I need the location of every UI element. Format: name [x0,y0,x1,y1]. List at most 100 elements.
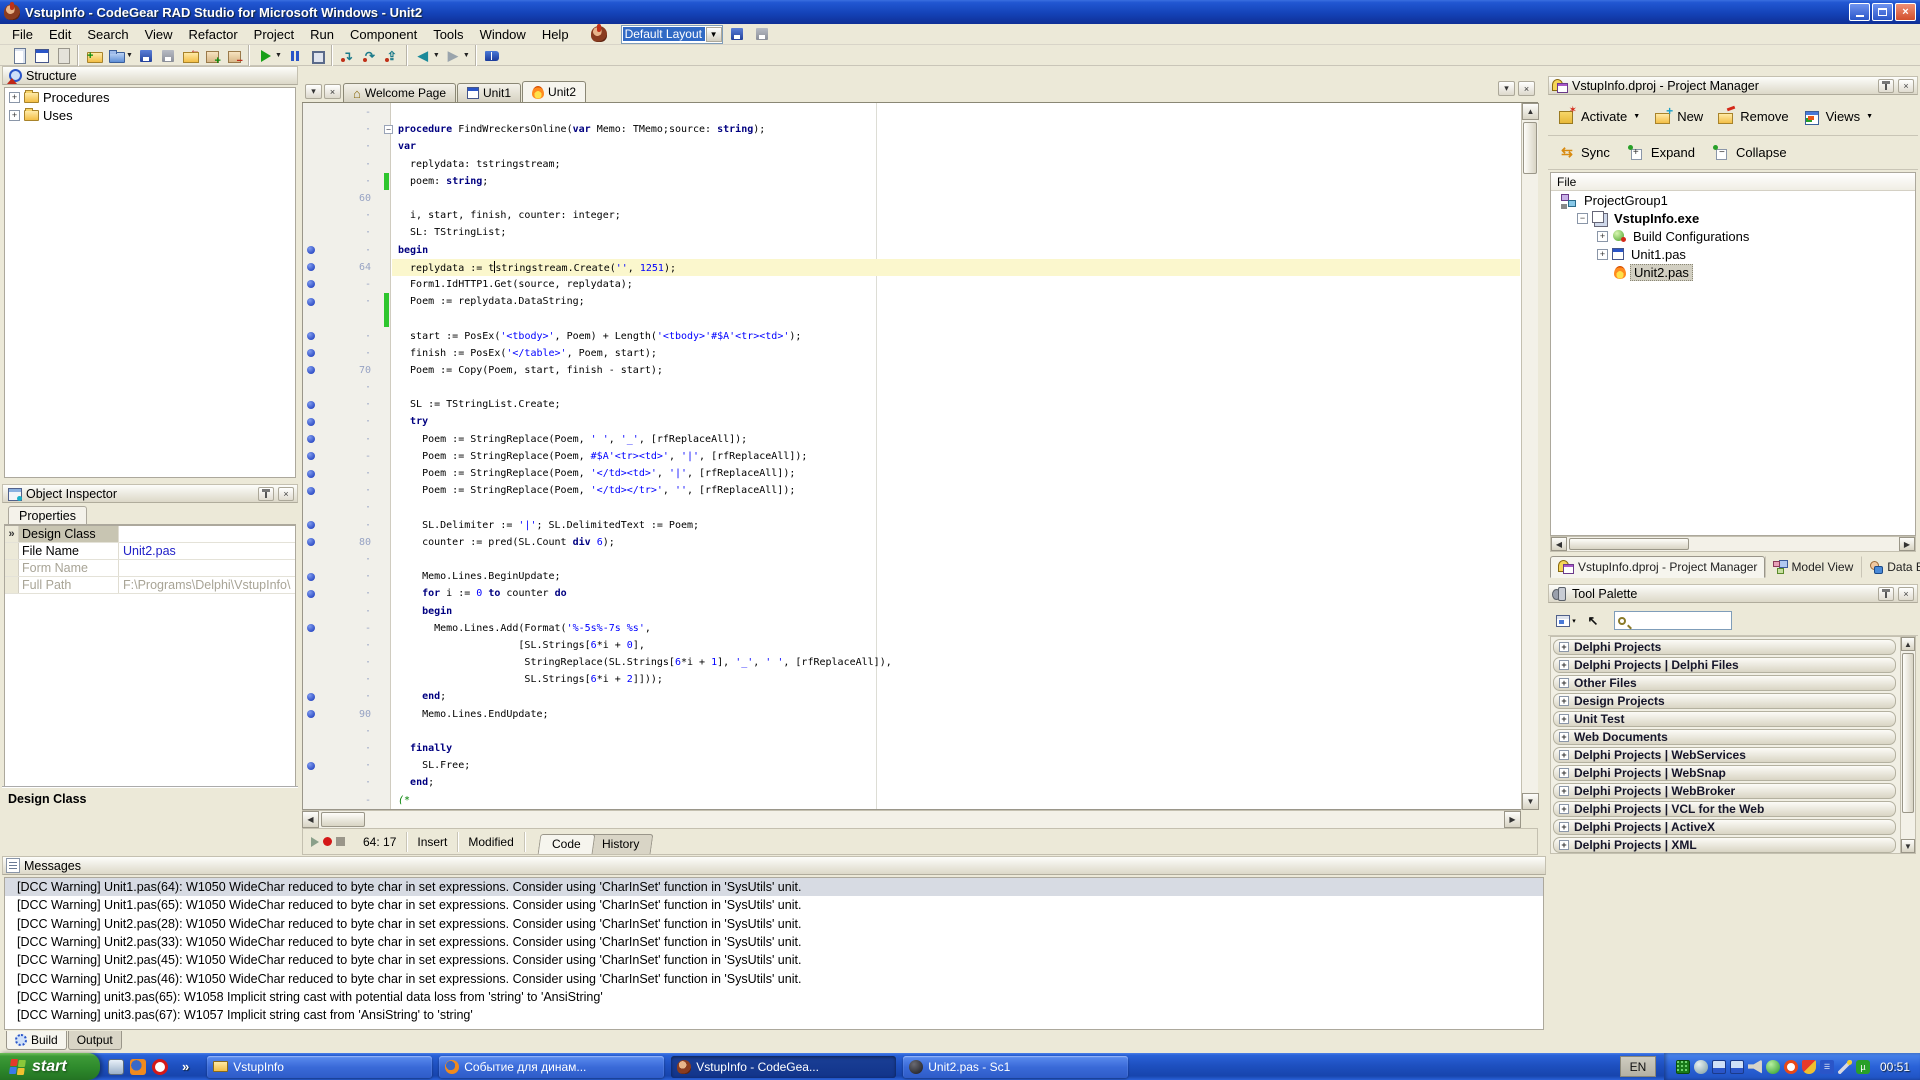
combo-dropdown-icon[interactable]: ▼ [706,27,722,42]
code-line[interactable]: · SL := TStringList.Create; [303,396,1520,413]
expand-icon[interactable]: + [1559,768,1569,778]
menu-file[interactable]: File [4,25,41,44]
scroll-up-icon[interactable]: ▲ [1901,637,1915,651]
tp-cursor-button[interactable]: ↖ [1581,610,1605,632]
code-line[interactable]: · [303,551,1520,568]
tray-layout-blue-icon[interactable]: ☰ [1820,1060,1834,1074]
tp-category[interactable]: +Delphi Projects | Delphi Files [1553,657,1896,673]
close-folder-button[interactable] [179,46,201,66]
language-indicator[interactable]: EN [1620,1056,1656,1077]
menu-tools[interactable]: Tools [425,25,471,44]
code-line[interactable]: 60 [303,190,1520,207]
code-view[interactable]: -·−procedure FindWreckersOnline(var Memo… [302,103,1538,810]
code-line[interactable]: · begin [303,602,1520,619]
code-line[interactable]: 90 Memo.Lines.EndUpdate; [303,706,1520,723]
pm-column-header[interactable]: File [1551,173,1915,191]
pin-icon[interactable] [258,487,274,501]
pm-expand-button[interactable]: Expand [1622,141,1701,165]
tp-component-button[interactable]: ▾ [1554,610,1578,632]
code-line[interactable]: 70 Poem := Copy(Poem, start, finish - st… [303,362,1520,379]
tray-net-grid-icon[interactable] [1676,1060,1690,1074]
tray-torrent-icon[interactable]: µ [1856,1060,1870,1074]
pm-tree-unit2-pas[interactable]: Unit2.pas [1551,263,1915,281]
code-line[interactable]: · Poem := StringReplace(Poem, '</td><td>… [303,465,1520,482]
code-line[interactable]: 80 counter := pred(SL.Count div 6); [303,534,1520,551]
code-line[interactable]: · i, start, finish, counter: integer; [303,207,1520,224]
pm-horizontal-scrollbar[interactable]: ◀ ▶ [1550,536,1916,552]
editor-chevron-down-icon[interactable]: ▾ [1498,81,1515,96]
editor-vertical-scrollbar[interactable]: ▲ ▼ [1521,103,1538,810]
code-line[interactable]: · poem: string; [303,173,1520,190]
save-layout-button[interactable] [726,24,748,44]
code-line[interactable]: -(* [303,792,1520,809]
scroll-right-icon[interactable]: ▶ [1899,537,1915,551]
tp-category[interactable]: +Delphi Projects | XML [1553,837,1896,853]
quicklaunch-opera-icon[interactable] [152,1059,168,1075]
code-line[interactable] [303,310,1520,327]
editor-tab-welcome-page[interactable]: ⌂Welcome Page [343,83,456,102]
desktop-layout-combo[interactable]: Default Layout ▼ [621,25,723,44]
oi-row-file-name[interactable]: File NameUnit2.pas [5,543,295,560]
dock-tab-project-manager[interactable]: VstupInfo.dproj - Project Manager [1550,556,1765,578]
collapse-icon[interactable]: − [1577,213,1588,224]
oi-property-value[interactable]: Unit2.pas [119,543,295,560]
message-row[interactable]: [DCC Warning] Unit2.pas(33): W1050 WideC… [5,933,1543,951]
save-button[interactable] [135,46,157,66]
menu-refactor[interactable]: Refactor [181,25,246,44]
message-row[interactable]: [DCC Warning] Unit2.pas(28): W1050 WideC… [5,915,1543,933]
pm-remove-button[interactable]: Remove [1711,105,1794,129]
scroll-up-icon[interactable]: ▲ [1522,103,1539,120]
code-line[interactable]: · start := PosEx('<tbody>', Poem) + Leng… [303,327,1520,344]
tp-category[interactable]: +Delphi Projects | WebBroker [1553,783,1896,799]
expand-icon[interactable]: + [1559,696,1569,706]
hscroll-thumb[interactable] [321,812,365,827]
task-firefox[interactable]: Событие для динам... [439,1056,664,1078]
tp-category[interactable]: +Delphi Projects | WebSnap [1553,765,1896,781]
tp-search-box[interactable] [1614,611,1732,630]
tp-category[interactable]: +Delphi Projects | VCL for the Web [1553,801,1896,817]
scroll-right-icon[interactable]: ▶ [1504,811,1521,828]
oi-row-design-class[interactable]: »Design Class [5,526,295,543]
code-line[interactable]: ·begin [303,242,1520,259]
add-file-button[interactable] [83,46,105,66]
pm-tree-vstupinfo-exe[interactable]: −VstupInfo.exe [1551,209,1915,227]
structure-item-procedures[interactable]: +Procedures [5,88,295,106]
pm-tree-unit1-pas[interactable]: +Unit1.pas [1551,245,1915,263]
close-icon[interactable]: × [1898,587,1914,601]
back-button[interactable]: ◀▼ [412,46,442,66]
tp-category[interactable]: +Delphi Projects | WebServices [1553,747,1896,763]
message-row[interactable]: [DCC Warning] unit3.pas(67): W1057 Impli… [5,1006,1543,1024]
code-line[interactable]: · SL.Delimiter := '|'; SL.DelimitedText … [303,517,1520,534]
code-line[interactable]: · [303,499,1520,516]
tp-vertical-scrollbar[interactable]: ▲ ▼ [1900,636,1916,854]
help-book-button[interactable] [481,46,503,66]
step-over-button[interactable]: ↷ [359,46,381,66]
tray-lan-1-icon[interactable] [1712,1060,1726,1074]
code-line[interactable]: · [303,723,1520,740]
code-line[interactable]: · Memo.Lines.BeginUpdate; [303,568,1520,585]
code-line[interactable]: · try [303,413,1520,430]
editor-horizontal-scrollbar[interactable]: ◀ ▶ [302,810,1521,828]
pkg-remove-button[interactable] [223,46,245,66]
menu-view[interactable]: View [137,25,181,44]
task-radstudio[interactable]: VstupInfo - CodeGea... [671,1056,896,1078]
message-row[interactable]: [DCC Warning] Unit2.pas(46): W1050 WideC… [5,969,1543,987]
code-line[interactable]: - [303,104,1520,121]
open-file-button[interactable] [52,46,74,66]
forward-button[interactable]: ▶▼ [442,46,472,66]
pm-tree-build-configurations[interactable]: +Build Configurations [1551,227,1915,245]
expand-icon[interactable]: + [1597,249,1608,260]
tray-firewall-icon[interactable] [1802,1060,1816,1074]
pin-icon[interactable] [1878,587,1894,601]
pm-new-button[interactable]: New [1648,105,1709,129]
structure-item-uses[interactable]: +Uses [5,106,295,124]
code-line[interactable]: · Poem := replydata.DataString; [303,293,1520,310]
code-line[interactable]: · end; [303,774,1520,791]
tp-category[interactable]: +Design Projects [1553,693,1896,709]
tab-properties[interactable]: Properties [8,506,87,524]
code-line[interactable]: · Poem := StringReplace(Poem, ' ', '_', … [303,431,1520,448]
oi-row-form-name[interactable]: Form Name [5,560,295,577]
code-line[interactable]: · end; [303,688,1520,705]
code-line[interactable]: · SL.Strings[6*i + 2]])); [303,671,1520,688]
expand-icon[interactable]: + [1559,840,1569,850]
